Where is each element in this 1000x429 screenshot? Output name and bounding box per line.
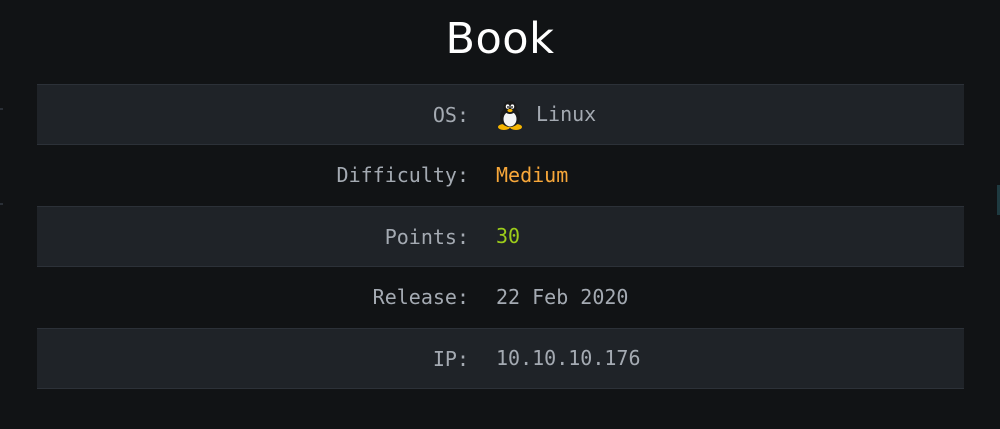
table-row-difficulty: Difficulty: Medium: [37, 145, 964, 206]
os-label: OS:: [432, 103, 469, 127]
machine-info-table: OS: Linux Difficulty: Medium Points: 30 …: [37, 84, 964, 389]
points-value: 30: [496, 207, 520, 266]
difficulty-text: Medium: [496, 163, 569, 187]
table-row-ip: IP: 10.10.10.176: [37, 328, 964, 389]
table-row-release: Release: 22 Feb 2020: [37, 267, 964, 328]
ip-label: IP:: [432, 347, 469, 371]
table-row-os: OS: Linux: [37, 84, 964, 145]
left-edge-divider: [0, 108, 3, 110]
points-label: Points:: [384, 225, 469, 249]
release-value: 22 Feb 2020: [496, 267, 628, 328]
release-label: Release:: [372, 285, 469, 309]
linux-penguin-icon: [496, 100, 524, 130]
os-value: Linux: [496, 85, 596, 144]
difficulty-value: Medium: [496, 145, 568, 206]
left-edge-divider: [0, 203, 3, 205]
ip-address: 10.10.10.176: [496, 346, 641, 370]
difficulty-label: Difficulty:: [336, 163, 469, 187]
ip-value: 10.10.10.176: [496, 329, 641, 388]
points-text: 30: [496, 224, 521, 248]
page-title: Book: [445, 14, 555, 64]
release-date: 22 Feb 2020: [496, 285, 629, 309]
table-row-points: Points: 30: [37, 206, 964, 267]
os-name: Linux: [536, 102, 597, 126]
